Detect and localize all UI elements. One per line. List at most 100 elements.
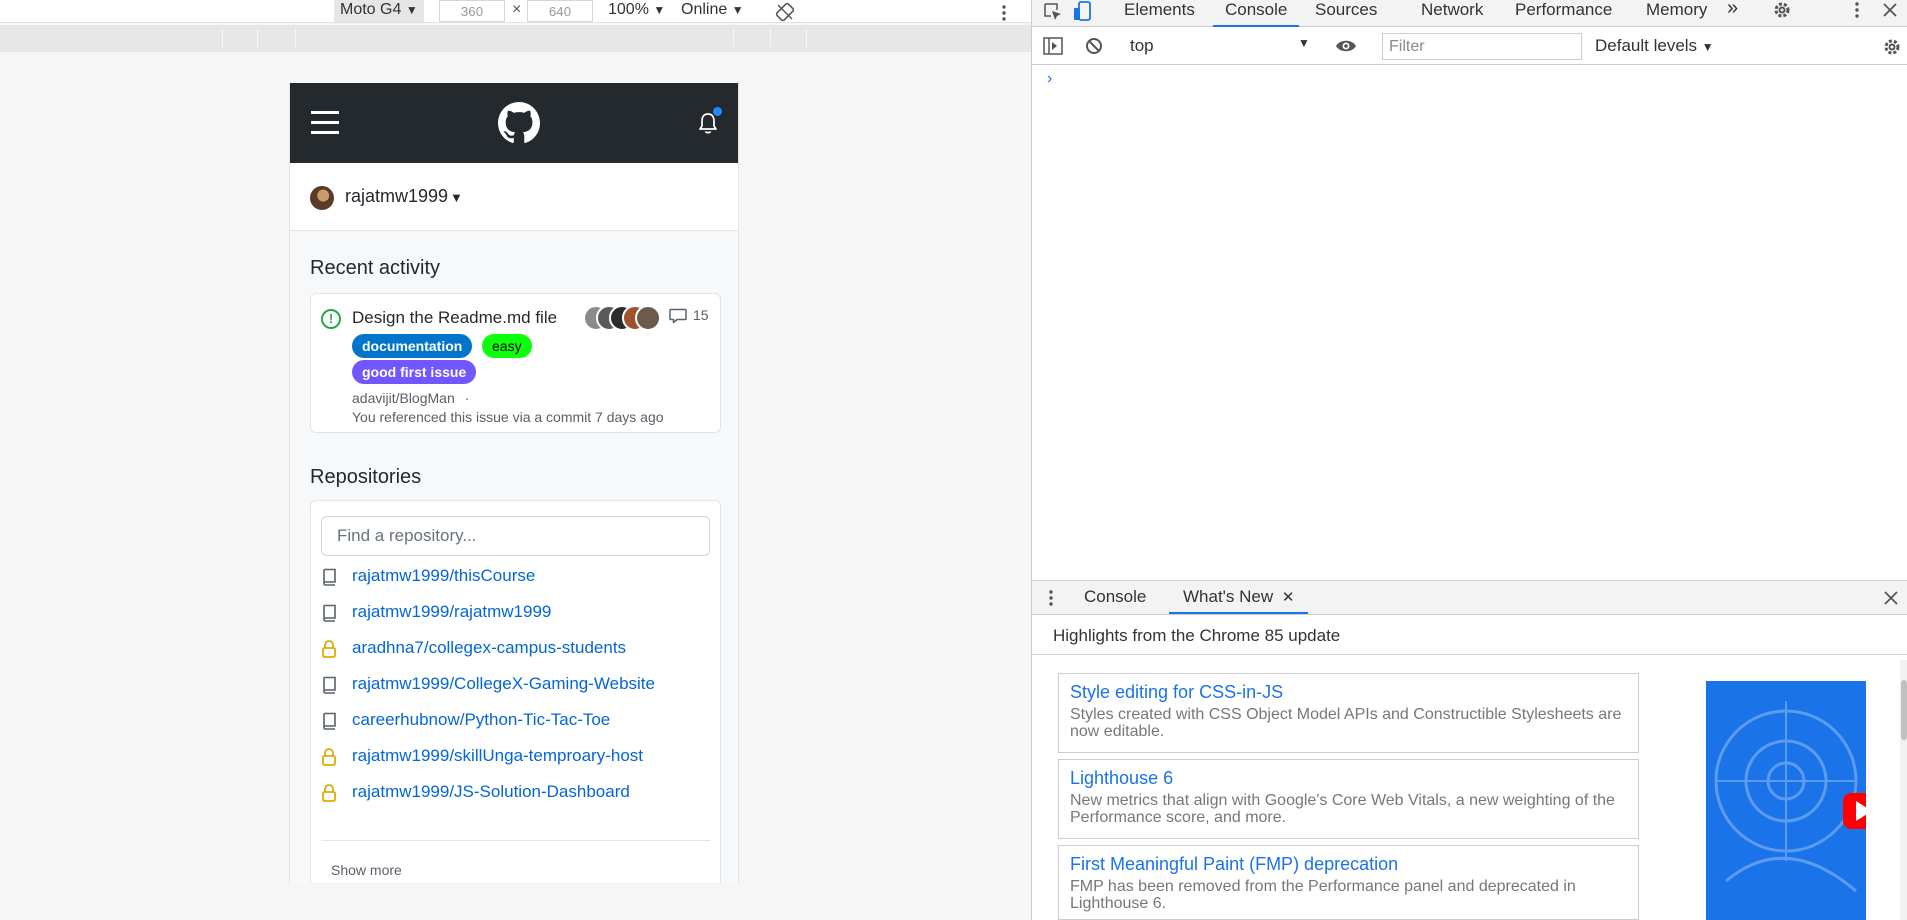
drawer-tab-console[interactable]: Console	[1084, 581, 1146, 614]
drawer-tab-bar: Console What's New ✕	[1032, 580, 1907, 615]
media-query-segment[interactable]	[733, 29, 734, 47]
repository-link[interactable]: rajatmw1999/CollegeX-Gaming-Website	[352, 674, 655, 694]
more-options-icon[interactable]	[1000, 2, 1008, 24]
scrollbar[interactable]	[1900, 660, 1907, 920]
repository-link[interactable]: careerhubnow/Python-Tic-Tac-Toe	[352, 710, 610, 730]
scrollbar-thumb[interactable]	[1901, 680, 1907, 740]
clear-console-icon[interactable]	[1085, 37, 1103, 55]
news-item[interactable]: First Meaningful Paint (FMP) deprecation…	[1058, 845, 1639, 920]
news-item[interactable]: Lighthouse 6 New metrics that align with…	[1058, 759, 1639, 839]
network-value: Online	[681, 1, 728, 18]
github-logo-icon[interactable]	[498, 102, 540, 144]
repositories-heading: Repositories	[310, 466, 422, 488]
whats-new-header: Highlights from the Chrome 85 update	[1032, 615, 1907, 655]
comment-icon[interactable]	[669, 308, 687, 324]
media-query-segment[interactable]	[806, 29, 807, 47]
chrome-promo-graphic-icon	[1714, 701, 1866, 893]
lock-icon	[322, 748, 336, 766]
chevron-down-icon: ▼	[405, 3, 418, 17]
find-repository-input[interactable]	[321, 516, 710, 556]
phone-viewport: rajatmw1999 ▼ Recent activity ! Design t…	[289, 83, 739, 883]
media-query-segment[interactable]	[257, 29, 258, 47]
news-title-link[interactable]: Lighthouse 6	[1070, 768, 1627, 789]
repository-link[interactable]: rajatmw1999/JS-Solution-Dashboard	[352, 782, 630, 802]
context-value: top	[1130, 36, 1154, 55]
repository-link[interactable]: aradhna7/collegex-campus-students	[352, 638, 626, 658]
activity-card: ! Design the Readme.md file 15 documenta…	[310, 293, 721, 433]
label-documentation[interactable]: documentation	[352, 334, 473, 358]
news-item[interactable]: Style editing for CSS-in-JS Styles creat…	[1058, 673, 1639, 753]
media-query-segment[interactable]	[295, 29, 296, 47]
log-levels-select[interactable]: Default levels ▼	[1595, 36, 1714, 56]
notification-dot	[712, 106, 723, 117]
recent-activity-heading: Recent activity	[310, 257, 441, 279]
sidebar-toggle-icon[interactable]	[1043, 37, 1063, 55]
device-emulator: Moto G4 ▼ × 100% ▼ Online ▼	[0, 0, 1031, 920]
drawer-tab-whats-new-label: What's New	[1183, 587, 1274, 606]
username: rajatmw1999	[345, 186, 449, 206]
device-toolbar: Moto G4 ▼ × 100% ▼ Online ▼	[0, 0, 1031, 23]
close-icon[interactable]	[1884, 591, 1898, 605]
eye-icon[interactable]	[1335, 38, 1357, 54]
news-title-link[interactable]: First Meaningful Paint (FMP) deprecation	[1070, 854, 1627, 875]
height-input[interactable]	[527, 0, 593, 22]
activity-repo-link[interactable]: adavijit/BlogMan	[352, 390, 455, 406]
rotate-icon[interactable]	[775, 1, 795, 23]
device-name: Moto G4	[340, 1, 402, 18]
news-description: Styles created with CSS Object Model API…	[1070, 706, 1622, 740]
show-more-button[interactable]: Show more	[331, 862, 402, 878]
label-good-first-issue[interactable]: good first issue	[352, 360, 477, 384]
tab-performance[interactable]: Performance	[1515, 0, 1612, 27]
menu-icon[interactable]	[311, 111, 339, 135]
avatar	[635, 305, 661, 331]
tab-console[interactable]: Console	[1213, 0, 1300, 27]
more-options-icon[interactable]	[1853, 1, 1861, 19]
inspect-element-icon[interactable]	[1043, 2, 1063, 22]
context-select[interactable]: top ▼	[1130, 36, 1310, 56]
gear-icon[interactable]	[1882, 37, 1902, 57]
device-toggle-icon[interactable]	[1072, 0, 1094, 22]
chevron-down-icon: ▼	[653, 3, 666, 17]
device-select[interactable]: Moto G4 ▼	[334, 0, 424, 22]
repo-icon	[323, 568, 336, 586]
news-title-link[interactable]: Style editing for CSS-in-JS	[1070, 682, 1627, 703]
activity-meta: You referenced this issue via a commit 7…	[352, 409, 664, 425]
repository-link[interactable]: rajatmw1999/thisCourse	[352, 566, 535, 586]
repository-link[interactable]: rajatmw1999/rajatmw1999	[352, 602, 551, 622]
width-input[interactable]	[439, 0, 505, 22]
repository-link[interactable]: rajatmw1999/skillUnga-temproary-host	[352, 746, 643, 766]
news-description: New metrics that align with Google's Cor…	[1070, 792, 1615, 826]
more-tabs-icon[interactable]: »	[1727, 0, 1738, 27]
tab-memory[interactable]: Memory	[1646, 0, 1707, 27]
gear-icon[interactable]	[1772, 0, 1792, 20]
promo-video-thumbnail[interactable]	[1706, 681, 1866, 920]
close-icon[interactable]	[1882, 2, 1898, 18]
repo-icon	[323, 604, 336, 622]
more-options-icon[interactable]	[1047, 589, 1055, 607]
chevron-down-icon: ▼	[1298, 36, 1310, 50]
tab-sources[interactable]: Sources	[1315, 0, 1377, 27]
media-query-segment[interactable]	[770, 29, 771, 47]
issue-title-link[interactable]: Design the Readme.md file	[352, 308, 557, 328]
chevron-down-icon: ▼	[731, 3, 744, 17]
news-description: FMP has been removed from the Performanc…	[1070, 878, 1576, 912]
tab-network[interactable]: Network	[1421, 0, 1483, 27]
close-icon[interactable]: ✕	[1282, 589, 1295, 606]
filter-input[interactable]	[1382, 33, 1582, 60]
chevron-down-icon: ▼	[450, 190, 463, 205]
github-header	[290, 83, 738, 163]
lock-icon	[322, 784, 336, 802]
label-easy[interactable]: easy	[482, 334, 532, 358]
account-switcher[interactable]: rajatmw1999 ▼	[290, 163, 738, 231]
divider	[321, 840, 710, 841]
devtools-panel: Elements Console Sources Network Perform…	[1031, 0, 1907, 920]
media-query-bar[interactable]	[0, 25, 1031, 52]
activity-repo-line: adavijit/BlogMan ·	[352, 390, 469, 406]
zoom-select[interactable]: 100% ▼	[608, 0, 665, 22]
chevron-down-icon: ▼	[1701, 40, 1714, 54]
tab-elements[interactable]: Elements	[1124, 0, 1195, 27]
console-prompt[interactable]: ›	[1047, 70, 1052, 88]
network-throttle-select[interactable]: Online ▼	[681, 0, 744, 22]
media-query-segment[interactable]	[222, 29, 223, 47]
drawer-tab-whats-new[interactable]: What's New ✕	[1169, 581, 1309, 614]
